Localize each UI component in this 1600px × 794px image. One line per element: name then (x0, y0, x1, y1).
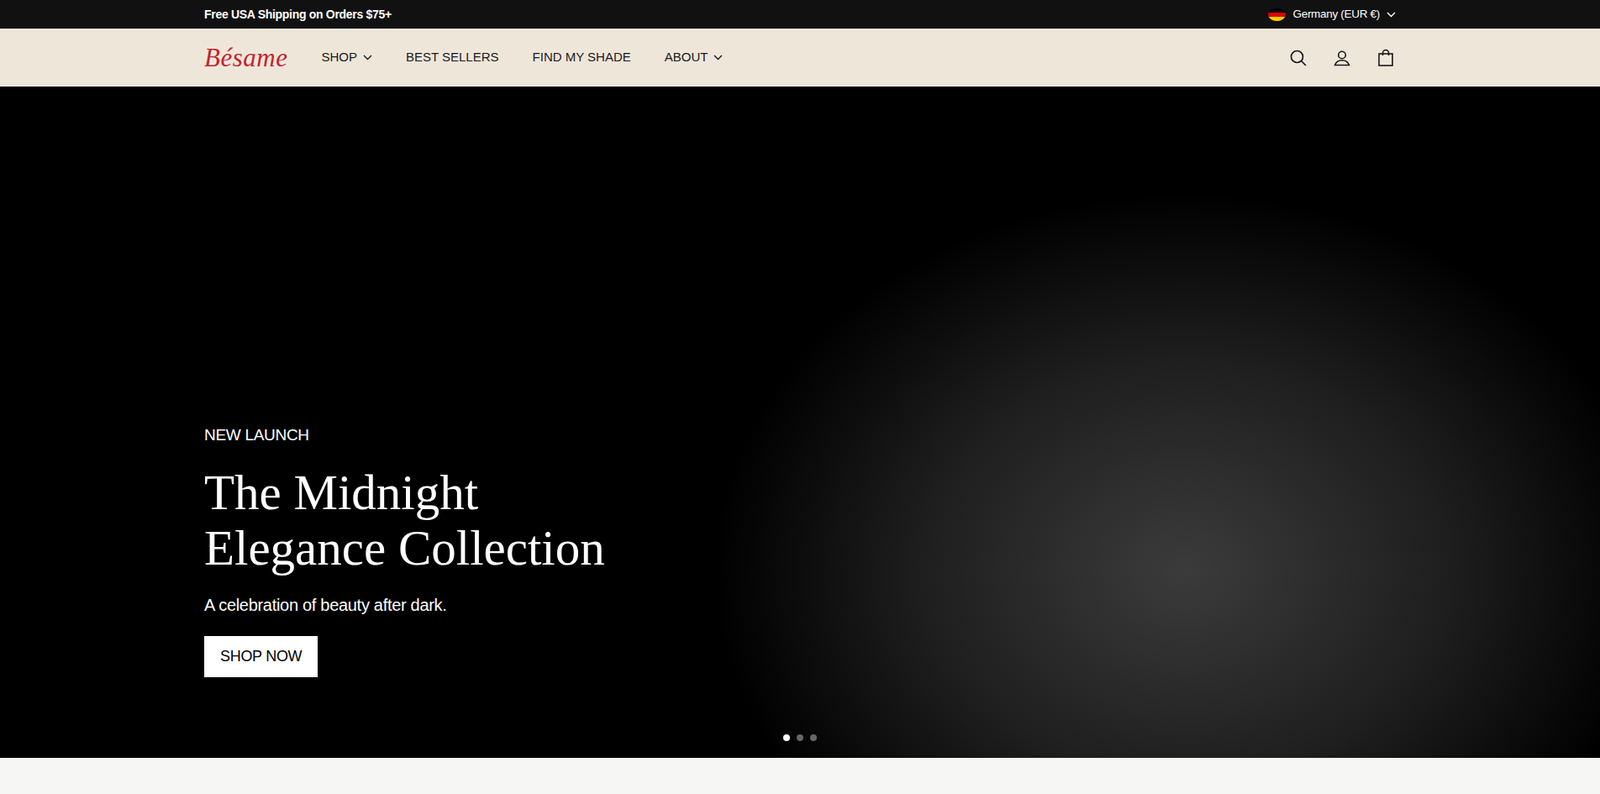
chevron-down-icon (1386, 11, 1396, 18)
hero-content: NEW LAUNCH The MidnightElegance Collectio… (204, 423, 606, 678)
hero-subtitle: A celebration of beauty after dark. (204, 592, 606, 618)
announcement-bar: Free USA Shipping on Orders $75+ Germany … (0, 0, 1600, 29)
germany-flag-icon (1268, 8, 1286, 22)
search-icon[interactable] (1288, 47, 1309, 69)
logo[interactable]: Bésame (204, 44, 288, 71)
shop-now-button[interactable]: SHOP NOW (204, 636, 318, 678)
account-icon[interactable] (1331, 47, 1353, 69)
hero-banner: NEW LAUNCH The MidnightElegance Collectio… (0, 86, 1600, 758)
cart-icon[interactable] (1375, 47, 1396, 69)
nav-item[interactable]: ABOUT (664, 47, 724, 68)
locale-selector[interactable]: Germany (EUR €) (1268, 5, 1396, 23)
slide-dot[interactable] (783, 734, 790, 742)
chevron-down-icon (363, 54, 373, 61)
slide-dots (783, 734, 817, 742)
next-section (0, 757, 1600, 794)
nav-item[interactable]: FIND MY SHADE (532, 47, 632, 68)
locale-label[interactable]: Germany (EUR €) (1292, 5, 1380, 23)
announcement-text: Free USA Shipping on Orders $75+ (204, 5, 392, 24)
main-nav: Bésame SHOP BEST SELLERS FIND MY SHADE ABOUT (0, 28, 1600, 87)
slide-dot[interactable] (796, 734, 804, 742)
hero-eyebrow: NEW LAUNCH (204, 423, 606, 448)
nav-item[interactable]: SHOP (321, 47, 373, 68)
nav-item[interactable]: BEST SELLERS (405, 47, 500, 68)
hero-title: The MidnightElegance Collection (204, 464, 606, 576)
slide-dot[interactable] (810, 734, 817, 742)
chevron-down-icon (713, 54, 723, 61)
